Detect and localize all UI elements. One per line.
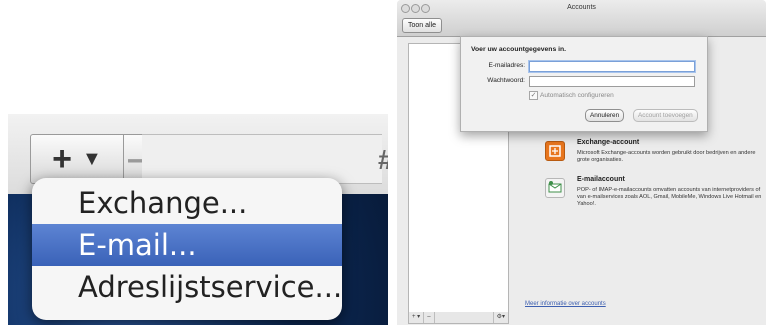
email-field[interactable] <box>529 61 695 72</box>
password-label: Wachtwoord: <box>487 77 525 84</box>
checkmark-icon: ✓ <box>529 91 538 100</box>
add-account-menu: Exchange... E-mail... Adreslijstservice.… <box>32 178 342 320</box>
plus-icon: + <box>52 139 73 178</box>
more-info-link[interactable]: Meer informatie over accounts <box>525 301 606 307</box>
mail-account-icon <box>545 178 565 198</box>
exchange-account-option[interactable]: Exchange-account Microsoft Exchange-acco… <box>545 139 760 175</box>
title-bar: Accounts Toon alle <box>397 0 766 37</box>
dropdown-arrow-icon: ▼ <box>82 147 102 170</box>
email-label: E-mailadres: <box>488 62 525 69</box>
auto-configure-label: Automatisch configureren <box>540 92 614 99</box>
show-all-button[interactable]: Toon alle <box>402 18 443 33</box>
account-list-toolbar: + ▾ – ⚙▾ <box>408 312 509 324</box>
bottom-bar-track <box>142 134 382 184</box>
email-account-option[interactable]: E-mailaccount POP- of IMAP-e-mailaccount… <box>545 176 761 224</box>
exchange-account-description: Microsoft Exchange-accounts worden gebru… <box>577 150 756 164</box>
add-button[interactable]: + ▾ <box>409 312 425 323</box>
exchange-account-title: Exchange-account <box>577 139 640 146</box>
add-account-button[interactable]: + ▼ <box>30 134 124 184</box>
exchange-icon <box>545 141 565 161</box>
remove-button[interactable]: – <box>424 312 435 323</box>
sheet-title: Voer uw accountgegevens in. <box>471 46 567 53</box>
menu-item-directory-service[interactable]: Adreslijstservice... <box>32 266 342 308</box>
menu-item-exchange[interactable]: Exchange... <box>32 182 342 224</box>
auto-configure-checkbox[interactable]: ✓ Automatisch configureren <box>529 91 614 100</box>
password-field[interactable] <box>529 76 695 87</box>
add-account-submit-button[interactable]: Account toevoegen <box>633 109 698 122</box>
email-account-title: E-mailaccount <box>577 176 625 183</box>
account-details-sheet: Voer uw accountgegevens in. E-mailadres:… <box>460 36 708 132</box>
zoomed-popup-panel: + ▼ — # Exchange... E-mail... Adreslijst… <box>8 114 388 325</box>
gear-icon[interactable]: ⚙▾ <box>492 312 508 323</box>
accounts-window: Accounts Toon alle + ▾ – ⚙▾ Exchange-acc… <box>397 0 766 325</box>
email-account-description: POP- of IMAP-e-mailaccounts omvatten acc… <box>577 187 762 208</box>
window-title: Accounts <box>567 4 596 11</box>
cancel-button[interactable]: Annuleren <box>585 109 625 122</box>
menu-item-email[interactable]: E-mail... <box>32 224 342 266</box>
gear-icon-partial: # <box>378 144 388 176</box>
